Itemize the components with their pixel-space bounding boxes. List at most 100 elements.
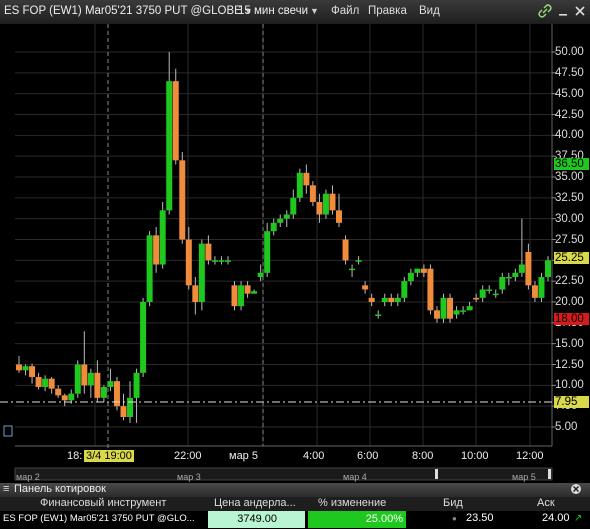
instrument-title-text: ES FOP (EW1) Mar05'21 3750 PUT @GLOBE (4, 5, 242, 17)
candle-up (42, 378, 49, 387)
candle-down (303, 172, 310, 186)
quote-columns-header: Финансовый инструмент Цена андерла... % … (0, 497, 590, 511)
price-axis-label: 47.50 (555, 66, 584, 79)
candle-up (453, 310, 460, 315)
price-axis-label: 20.00 (555, 296, 584, 308)
candle-down (336, 210, 343, 223)
candle-down (172, 81, 179, 161)
candle-up (512, 272, 519, 277)
price-axis-label: 27.50 (555, 233, 584, 246)
candle-down (316, 202, 323, 215)
candle-up (68, 393, 75, 401)
price-axis-label: 5.00 (555, 421, 578, 433)
menu-file[interactable]: Файл (331, 5, 359, 17)
price-axis-label: 40.00 (555, 129, 584, 142)
expand-icon[interactable]: ≡ (3, 483, 9, 495)
interval-text: 15 мин свечи (238, 5, 309, 17)
column-instrument[interactable]: Финансовый инструмент (40, 497, 166, 509)
candle-up (460, 310, 467, 312)
day-label: мар 4 (343, 472, 367, 482)
candle-down (433, 310, 440, 319)
candle-up (257, 272, 264, 277)
candle-up (270, 222, 277, 232)
candle-up (394, 297, 401, 302)
chevron-down-icon[interactable]: ▼ (310, 6, 319, 16)
price-axis-label: 45.00 (555, 87, 584, 100)
candle-down (329, 193, 336, 211)
candle-up (296, 172, 303, 198)
candle-up (349, 268, 356, 271)
underlying-price: 3749.00 (208, 511, 305, 528)
chart-window-header: ES FOP (EW1) Mar05'21 3750 PUT @GLOBE ▼ 1… (0, 0, 590, 25)
candle-up (486, 289, 493, 291)
candle-down (427, 268, 434, 311)
candlestick-chart[interactable] (0, 24, 590, 483)
candle-up (355, 260, 362, 262)
day-label: мар 5 (512, 472, 536, 482)
time-label: 4:00 (303, 450, 325, 462)
candle-up (251, 291, 258, 294)
ask-up-arrow-icon: ↗ (574, 513, 583, 524)
candle-down (81, 364, 88, 386)
scrollbar-handle-left[interactable] (435, 469, 438, 479)
crosshair-price-tag: 7.95 (554, 396, 589, 408)
time-label: мар 5 (229, 450, 258, 462)
column-bid[interactable]: Бид (443, 497, 463, 509)
candle-up (159, 210, 166, 265)
candle-up (264, 231, 271, 273)
quote-panel-header: ≡ Панель котировок (0, 483, 590, 497)
candle-up (107, 381, 114, 387)
close-icon[interactable] (570, 483, 582, 498)
ask-price: 24.00 (542, 512, 570, 524)
time-label: 12:00 (516, 450, 544, 462)
candle-up (238, 285, 245, 307)
price-axis-label: 12.50 (555, 358, 584, 371)
candle-up (211, 260, 218, 262)
candle-down (362, 285, 369, 290)
minimize-icon[interactable] (556, 4, 570, 18)
candle-up (545, 260, 551, 277)
day-label: мар 2 (16, 472, 40, 482)
candle-up (375, 314, 382, 316)
candle-up (146, 235, 153, 302)
candle-up (22, 366, 29, 371)
candle-down (309, 185, 316, 202)
quote-row[interactable]: ES FOP (EW1) Mar05'21 3750 PUT @GLO... 3… (0, 511, 590, 529)
column-underlying-price[interactable]: Цена андерла... (214, 497, 296, 509)
link-icon[interactable] (538, 4, 552, 18)
instrument-title[interactable]: ES FOP (EW1) Mar05'21 3750 PUT @GLOBE ▼ (4, 5, 253, 17)
candle-down (48, 378, 55, 389)
candle-down (120, 406, 127, 417)
candle-up (414, 268, 421, 273)
price-axis-label: 50.00 (555, 46, 584, 58)
candle-up (492, 293, 499, 296)
bid-indicator-icon: ● (452, 514, 457, 523)
instrument-name: ES FOP (EW1) Mar05'21 3750 PUT @GLO... (3, 513, 195, 524)
candle-up (277, 218, 284, 223)
day-label: мар 3 (177, 472, 201, 482)
price-axis-label: 42.50 (555, 108, 584, 121)
candle-up (166, 81, 173, 211)
menu-view[interactable]: Вид (419, 5, 440, 17)
candle-up (499, 277, 506, 290)
candle-down (368, 297, 375, 302)
scrollbar-handle-right[interactable] (548, 469, 551, 479)
column-change[interactable]: % изменение (318, 497, 386, 509)
column-ask[interactable]: Аск (537, 497, 555, 509)
candle-down (16, 364, 22, 371)
time-scrollbar[interactable] (14, 467, 553, 481)
candle-down (153, 235, 160, 265)
candle-up (505, 277, 512, 279)
candle-down (388, 297, 395, 302)
candle-up (466, 306, 473, 311)
close-icon[interactable] (573, 4, 587, 18)
candle-down (420, 268, 427, 273)
candle-up (198, 243, 205, 302)
time-label: 22:00 (174, 450, 202, 462)
time-label: 6:00 (357, 450, 379, 462)
menu-edit[interactable]: Правка (368, 5, 407, 17)
time-label: 10:00 (461, 450, 489, 462)
candle-down (29, 366, 36, 377)
interval-selector[interactable]: 15 мин свечи ▼ (238, 5, 319, 17)
candle-down (179, 160, 186, 240)
